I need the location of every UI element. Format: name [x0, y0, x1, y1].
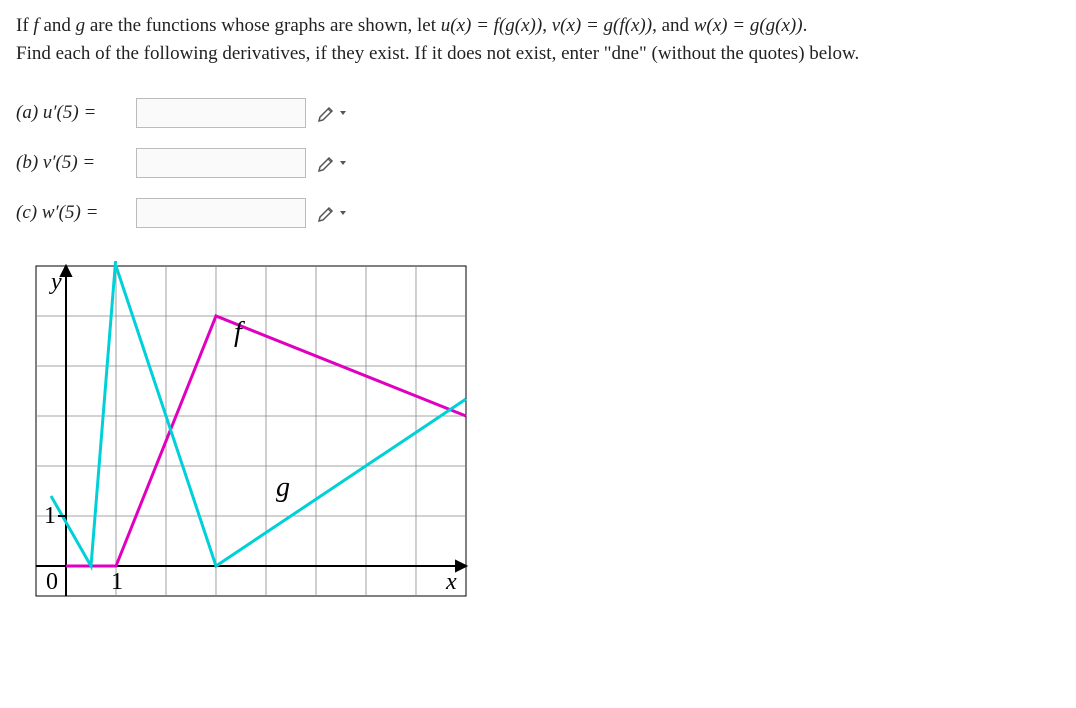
equation-editor-button-b[interactable]: [316, 147, 348, 179]
part-a-label: (a) u′(5) =: [16, 99, 136, 127]
instruction-line: Find each of the following derivatives, …: [16, 43, 859, 64]
pencil-icon: [317, 103, 337, 123]
text: .: [803, 15, 808, 36]
problem-statement: If f and g are the functions whose graph…: [16, 12, 1060, 67]
part-b-input[interactable]: [136, 148, 306, 178]
part-c-input[interactable]: [136, 198, 306, 228]
part-a-row: (a) u′(5) =: [16, 95, 1060, 131]
x-axis-label: x: [445, 569, 457, 595]
chevron-down-icon: [339, 209, 347, 217]
text: ,: [542, 15, 552, 36]
y-tick-1: 1: [44, 503, 56, 529]
y-axis-label: y: [49, 269, 62, 295]
vdef: v(x) = g(f(x)): [552, 15, 652, 36]
graph-figure: y x 0 1 1 f g: [16, 261, 1060, 601]
equation-editor-button-a[interactable]: [316, 97, 348, 129]
part-b-label: (b) v′(5) =: [16, 149, 136, 177]
graph-svg: y x 0 1 1 f g: [16, 261, 471, 601]
text: and: [39, 15, 76, 36]
text: are the functions whose graphs are shown…: [85, 15, 441, 36]
f-label: f: [234, 317, 245, 348]
text: If: [16, 15, 33, 36]
text-g: g: [76, 15, 86, 36]
wdef: w(x) = g(g(x)): [694, 15, 803, 36]
pencil-icon: [317, 153, 337, 173]
part-b-row: (b) v′(5) =: [16, 145, 1060, 181]
chevron-down-icon: [339, 109, 347, 117]
text: , and: [652, 15, 694, 36]
g-label: g: [276, 472, 290, 503]
part-c-row: (c) w′(5) =: [16, 195, 1060, 231]
pencil-icon: [317, 203, 337, 223]
x-tick-1: 1: [111, 569, 123, 595]
curve-g-seg1: [51, 261, 116, 566]
equation-editor-button-c[interactable]: [316, 197, 348, 229]
part-c-label: (c) w′(5) =: [16, 199, 136, 227]
part-a-input[interactable]: [136, 98, 306, 128]
udef: u(x) = f(g(x)): [441, 15, 542, 36]
origin-label: 0: [46, 569, 58, 595]
chevron-down-icon: [339, 159, 347, 167]
